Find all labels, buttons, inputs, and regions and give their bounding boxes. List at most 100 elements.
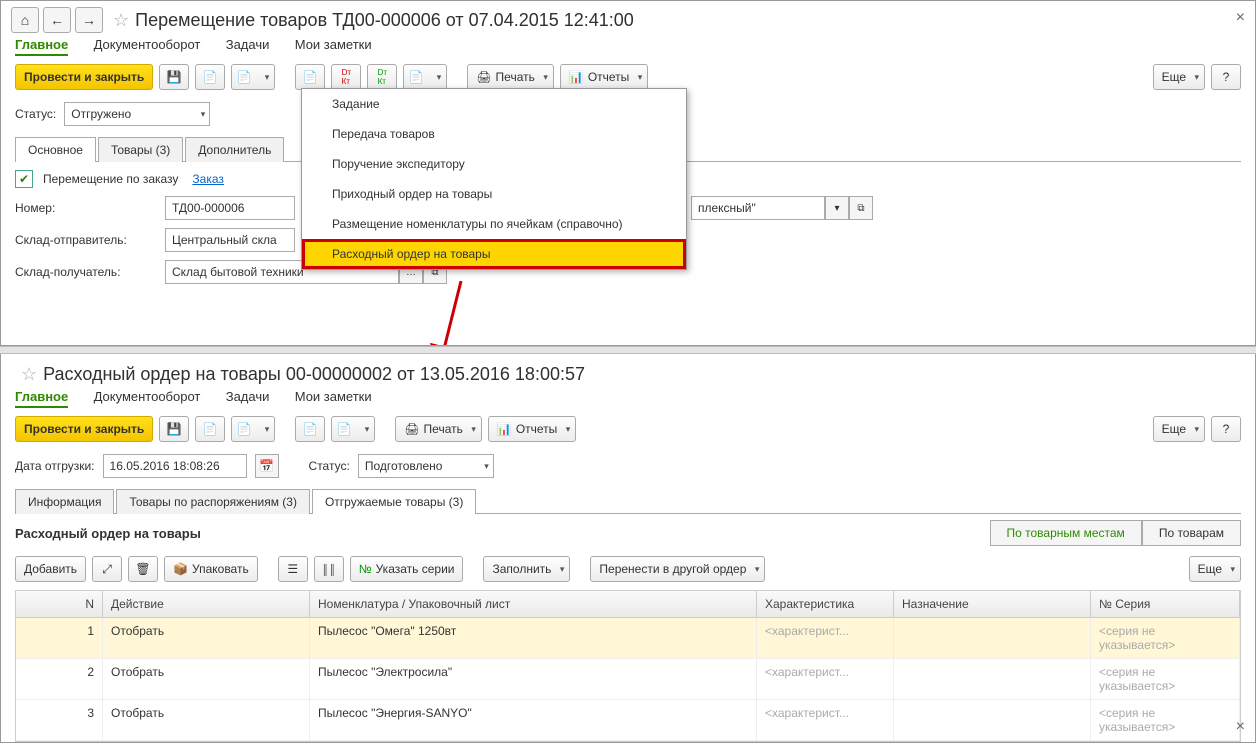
nav2-main[interactable]: Главное	[15, 389, 68, 408]
tab-main[interactable]: Основное	[15, 137, 96, 162]
move-order-button[interactable]: Перенести в другой ордер	[590, 556, 765, 582]
nav-docflow[interactable]: Документооборот	[94, 37, 201, 52]
goods-table: N Действие Номенклатура / Упаковочный ли…	[15, 590, 1241, 742]
copy-row-button[interactable]: ⤢	[92, 556, 122, 582]
post-button-2[interactable]	[195, 416, 225, 442]
save-button[interactable]	[159, 64, 189, 90]
extra-open[interactable]: ⧉	[849, 196, 873, 220]
post-button[interactable]	[195, 64, 225, 90]
create-based-on-2[interactable]	[231, 416, 275, 442]
calendar-button[interactable]	[255, 454, 279, 478]
table-row[interactable]: 2ОтобратьПылесос "Электросила"<характери…	[16, 659, 1240, 700]
cell-action: Отобрать	[103, 618, 310, 658]
col-nomenclature[interactable]: Номенклатура / Упаковочный лист	[310, 591, 757, 617]
menu-incoming-order[interactable]: Приходный ордер на товары	[302, 179, 686, 209]
cell-series: <серия не указывается>	[1091, 659, 1240, 699]
nav2-docflow[interactable]: Документооборот	[94, 389, 201, 404]
doc-button-1[interactable]	[295, 64, 325, 90]
pack-button[interactable]: 📦Упаковать	[164, 556, 258, 582]
col-action[interactable]: Действие	[103, 591, 310, 617]
post-close-button-2[interactable]: Провести и закрыть	[15, 416, 153, 442]
help-button-2[interactable]: ?	[1211, 416, 1241, 442]
print-icon	[404, 422, 419, 436]
print-button[interactable]: Печать	[467, 64, 554, 90]
status-select-2[interactable]: Подготовлено	[358, 454, 494, 478]
reports-button-2[interactable]: Отчеты	[488, 416, 576, 442]
section-title: Расходный ордер на товары	[15, 526, 201, 541]
fill-button[interactable]: Заполнить	[483, 556, 570, 582]
more-button-3[interactable]: Еще	[1189, 556, 1241, 582]
post-icon	[203, 422, 218, 436]
tab-ship-goods[interactable]: Отгружаемые товары (3)	[312, 489, 476, 514]
extra-dropdown[interactable]: ▾	[825, 196, 849, 220]
favorite-icon-2[interactable]: ☆	[21, 364, 37, 385]
help-button[interactable]: ?	[1211, 64, 1241, 90]
create-icon	[237, 70, 252, 84]
favorite-icon[interactable]: ☆	[113, 10, 129, 31]
by-order-checkbox[interactable]: ✔	[15, 170, 33, 188]
nav2-notes[interactable]: Мои заметки	[295, 389, 372, 404]
ship-date-input[interactable]: 16.05.2016 18:08:26	[103, 454, 247, 478]
reports-button[interactable]: Отчеты	[560, 64, 648, 90]
save-icon	[167, 422, 182, 436]
cell-nomenclature: Пылесос "Электросила"	[310, 659, 757, 699]
table-row[interactable]: 3ОтобратьПылесос "Энергия-SANYO"<характе…	[16, 700, 1240, 741]
status-select[interactable]: Отгружено	[64, 102, 210, 126]
doc-icon	[303, 70, 318, 84]
nav-tasks[interactable]: Задачи	[226, 37, 270, 52]
tab-info[interactable]: Информация	[15, 489, 114, 514]
list-button[interactable]: ☰	[278, 556, 308, 582]
more-button-2[interactable]: Еще	[1153, 416, 1205, 442]
nav2-tasks[interactable]: Задачи	[226, 389, 270, 404]
series-button[interactable]: №Указать серии	[350, 556, 464, 582]
number-input[interactable]: ТД00-000006	[165, 196, 295, 220]
menu-placement[interactable]: Размещение номенклатуры по ячейкам (спра…	[302, 209, 686, 239]
cell-characteristic: <характерист...	[757, 700, 894, 740]
tab-goods[interactable]: Товары (3)	[98, 137, 183, 162]
post-close-button[interactable]: Провести и закрыть	[15, 64, 153, 90]
add-row-button[interactable]: Добавить	[15, 556, 86, 582]
table-row[interactable]: 1ОтобратьПылесос "Омега" 1250вт<характер…	[16, 618, 1240, 659]
cell-assignment	[894, 700, 1091, 740]
menu-task[interactable]: Задание	[302, 89, 686, 119]
dtkt-icon-2: DтКт	[378, 68, 387, 86]
more-button[interactable]: Еще	[1153, 64, 1205, 90]
cell-nomenclature: Пылесос "Энергия-SANYO"	[310, 700, 757, 740]
extra-input[interactable]: плексный"	[691, 196, 825, 220]
create-based-on-button[interactable]	[231, 64, 275, 90]
sender-input[interactable]: Центральный скла	[165, 228, 295, 252]
status-label: Статус:	[15, 107, 56, 121]
save-button-2[interactable]	[159, 416, 189, 442]
nav-notes[interactable]: Мои заметки	[295, 37, 372, 52]
order-link[interactable]: Заказ	[192, 172, 223, 186]
menu-outgoing-order[interactable]: Расходный ордер на товары	[302, 239, 686, 269]
forward-button[interactable]: →	[75, 7, 103, 33]
col-series[interactable]: № Серия	[1091, 591, 1240, 617]
toggle-by-place[interactable]: По товарным местам	[990, 520, 1142, 546]
dt-kt-button-2[interactable]: DтКт	[367, 64, 397, 90]
delete-row-button[interactable]: 🗑	[128, 556, 158, 582]
cell-assignment	[894, 618, 1091, 658]
tab-by-order[interactable]: Товары по распоряжениям (3)	[116, 489, 309, 514]
dt-kt-button[interactable]: DтКт	[331, 64, 361, 90]
col-assignment[interactable]: Назначение	[894, 591, 1091, 617]
window-divider	[0, 346, 1256, 354]
nav-main[interactable]: Главное	[15, 37, 68, 56]
barcode-button[interactable]	[314, 556, 344, 582]
attach-icon	[337, 422, 352, 436]
attach-button-2[interactable]	[331, 416, 375, 442]
back-button[interactable]: ←	[43, 7, 71, 33]
col-n[interactable]: N	[16, 591, 103, 617]
print-button-2[interactable]: Печать	[395, 416, 482, 442]
home-button[interactable]: ⌂	[11, 7, 39, 33]
tab-extra[interactable]: Дополнитель	[185, 137, 284, 162]
menu-transfer[interactable]: Передача товаров	[302, 119, 686, 149]
doc-button-b1[interactable]	[295, 416, 325, 442]
save-icon	[167, 70, 182, 84]
close-button-2[interactable]: ×	[1236, 718, 1245, 736]
attach-button[interactable]	[403, 64, 447, 90]
close-button[interactable]: ×	[1236, 9, 1245, 27]
menu-expeditor[interactable]: Поручение экспедитору	[302, 149, 686, 179]
col-characteristic[interactable]: Характеристика	[757, 591, 894, 617]
toggle-by-goods[interactable]: По товарам	[1142, 520, 1241, 546]
